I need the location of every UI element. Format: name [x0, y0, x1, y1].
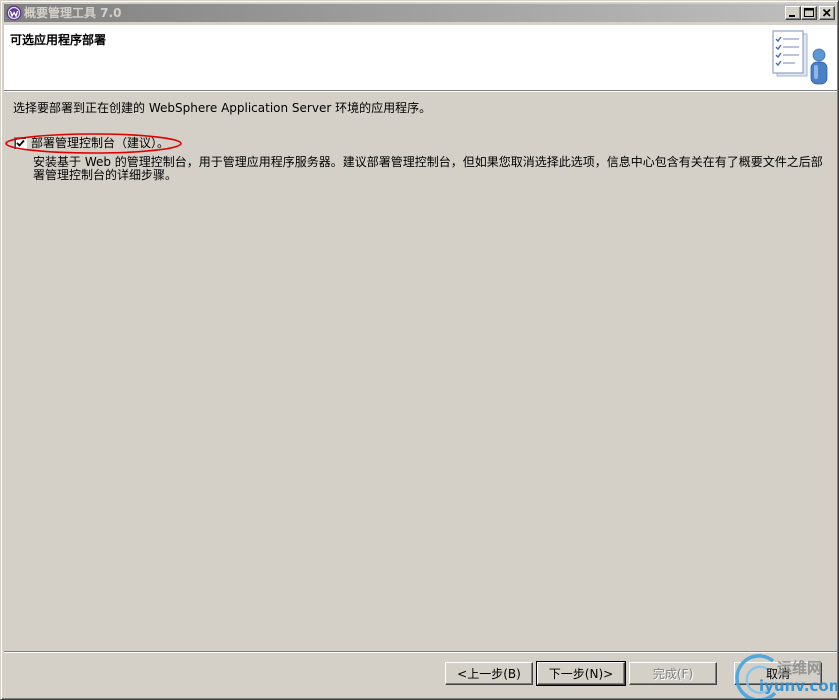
wizard-header: 可选应用程序部署: [4, 25, 837, 90]
checklist-user-icon: [772, 30, 828, 85]
deploy-console-description: 安装基于 Web 的管理控制台，用于管理应用程序服务器。建议部署管理控制台，但如…: [33, 155, 823, 182]
deploy-console-label[interactable]: 部署管理控制台（建议）。: [31, 136, 169, 150]
maximize-icon: [804, 8, 814, 17]
title-bar[interactable]: 概要管理工具 7.0: [4, 4, 835, 22]
maximize-button[interactable]: [801, 6, 817, 20]
minimize-icon: [789, 15, 795, 17]
checkmark-icon: [16, 139, 25, 147]
window-title: 概要管理工具 7.0: [24, 6, 122, 20]
page-title: 可选应用程序部署: [10, 33, 107, 47]
dialog-window: 概要管理工具 7.0 可选应用程序部署 选择要部署到正在创建的 WebSpher…: [0, 0, 839, 700]
finish-button[interactable]: 完成(F): [629, 662, 717, 685]
deploy-console-checkbox[interactable]: [14, 137, 27, 150]
minimize-button[interactable]: [785, 6, 801, 20]
app-icon[interactable]: [6, 5, 22, 21]
back-button[interactable]: <上一步(B): [445, 662, 533, 685]
next-button[interactable]: 下一步(N)>: [536, 661, 626, 686]
cancel-button[interactable]: 取消: [734, 662, 822, 685]
intro-text: 选择要部署到正在创建的 WebSphere Application Server…: [13, 101, 432, 115]
close-icon: [822, 8, 831, 17]
header-separator: [4, 90, 837, 92]
footer-separator: [4, 651, 837, 653]
close-button[interactable]: [819, 6, 835, 20]
